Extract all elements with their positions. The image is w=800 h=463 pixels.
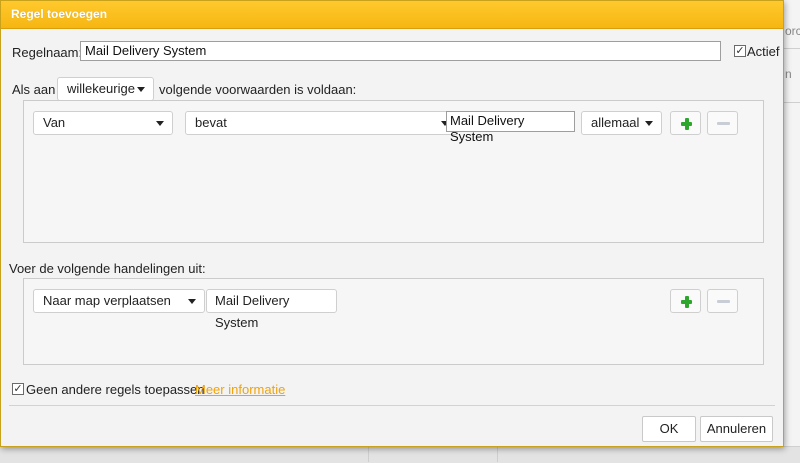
check-icon: ✓ (13, 383, 23, 395)
condition-field-select[interactable]: Van (33, 111, 173, 135)
condition-operator-select[interactable]: bevat (185, 111, 458, 135)
active-label: Actief (747, 44, 780, 59)
stop-rules-checkbox[interactable]: ✓ (12, 383, 24, 395)
background-footer (0, 446, 800, 463)
active-checkbox[interactable]: ✓ (734, 45, 746, 57)
condition-scope-value: allemaal (591, 115, 640, 130)
background-text: orc (785, 24, 800, 38)
footer-separator (9, 405, 775, 406)
condition-field-value: Van (43, 115, 66, 130)
stop-rules-label: Geen andere regels toepassen (26, 382, 205, 397)
background-divider (782, 48, 800, 49)
rule-name-label: Regelnaam: (12, 45, 83, 60)
condition-operator-value: bevat (195, 115, 227, 130)
rule-name-input[interactable]: Mail Delivery System (80, 41, 721, 61)
background-divider (782, 102, 800, 103)
background-divider (368, 446, 369, 462)
check-icon: ✓ (735, 45, 745, 57)
match-type-select[interactable]: willekeurige (57, 77, 154, 101)
action-target-folder[interactable]: Mail Delivery System (206, 289, 337, 330)
conditions-prefix: Als aan (12, 82, 56, 97)
conditions-suffix: volgende voorwaarden is voldaan: (159, 82, 357, 97)
match-type-value: willekeurige (67, 81, 135, 96)
chevron-down-icon (137, 87, 145, 92)
conditions-panel: Van bevat Mail Delivery System allemaal (23, 100, 764, 243)
chevron-down-icon (188, 299, 196, 304)
action-target-value: Mail Delivery System (215, 293, 290, 330)
action-type-value: Naar map verplaatsen (43, 293, 171, 308)
condition-scope-select[interactable]: allemaal (581, 111, 662, 135)
background-divider (497, 446, 498, 462)
remove-action-button[interactable] (707, 289, 738, 313)
actions-heading: Voer de volgende handelingen uit: (9, 261, 206, 276)
add-condition-button[interactable] (670, 111, 701, 135)
condition-value-input[interactable]: Mail Delivery System (446, 111, 575, 144)
actions-panel: Naar map verplaatsen Mail Delivery Syste… (23, 278, 764, 365)
chevron-down-icon (156, 121, 164, 126)
dialog-title: Regel toevoegen (1, 1, 783, 29)
add-rule-dialog: Regel toevoegen Regelnaam: Mail Delivery… (0, 0, 784, 447)
cancel-button[interactable]: Annuleren (700, 416, 773, 442)
action-type-select[interactable]: Naar map verplaatsen (33, 289, 205, 313)
ok-button[interactable]: OK (642, 416, 696, 442)
remove-condition-button[interactable] (707, 111, 738, 135)
more-info-link[interactable]: Meer informatie (195, 382, 285, 397)
background-text: n (785, 67, 792, 81)
chevron-down-icon (645, 121, 653, 126)
add-action-button[interactable] (670, 289, 701, 313)
